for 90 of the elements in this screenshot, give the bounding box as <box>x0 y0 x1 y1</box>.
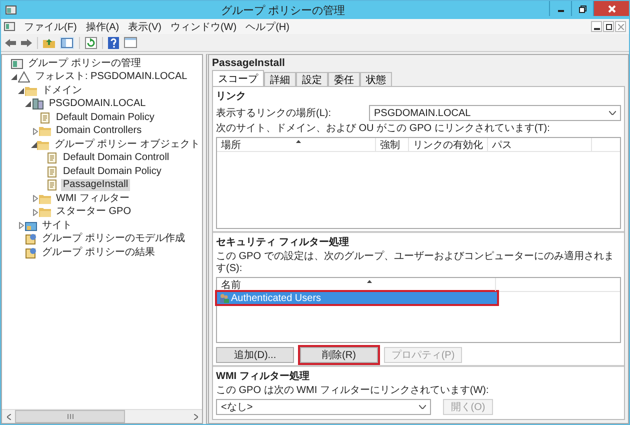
forward-icon[interactable] <box>21 38 32 48</box>
tab[interactable]: 状態 <box>360 72 392 86</box>
document-icon <box>46 166 58 178</box>
document-icon <box>39 112 51 124</box>
users-icon <box>219 293 229 304</box>
menu-item[interactable]: 表示(V) <box>128 20 162 34</box>
tree-item[interactable]: WMI フィルター <box>54 192 132 205</box>
folder-icon <box>39 206 51 218</box>
panel-title: PassageInstall <box>212 57 286 69</box>
restore-icon <box>578 4 586 12</box>
list-label: 次のサイト、ドメイン、および OU がこの GPO にリンクされています(T): <box>216 123 551 135</box>
menu-item[interactable]: ファイル(F) <box>24 20 77 34</box>
back-icon[interactable] <box>5 38 16 48</box>
menu-item[interactable]: ヘルプ(H) <box>246 20 290 34</box>
field-label: 表示するリンクの場所(L): <box>216 106 331 120</box>
restore-icon <box>606 24 612 30</box>
folder-icon <box>25 84 37 97</box>
help-icon[interactable] <box>108 36 119 48</box>
column-header[interactable]: リンクの有効化 <box>409 138 488 151</box>
tree-item[interactable]: サイト <box>40 220 74 232</box>
sort-arrow-icon <box>367 280 372 284</box>
document-icon <box>46 152 58 164</box>
section-description: この GPO は次の WMI フィルターにリンクされています(W): <box>216 385 490 397</box>
chevron-right-icon <box>194 414 198 420</box>
folder-up-icon[interactable] <box>43 37 55 48</box>
tree-item[interactable]: スターター GPO <box>54 206 134 218</box>
tree-toggle-icon[interactable] <box>60 36 74 48</box>
tab[interactable]: 委任 <box>328 72 360 86</box>
expand-arrow-icon[interactable] <box>32 208 38 216</box>
section-heading: セキュリティ フィルター処理 <box>216 236 350 250</box>
menu-item[interactable]: 操作(A) <box>86 20 120 34</box>
expand-arrow-icon[interactable] <box>32 128 38 135</box>
tab[interactable]: スコープ <box>212 70 264 86</box>
tree-item[interactable]: グループ ポリシーのモデル作成 <box>40 233 187 246</box>
expand-arrow-icon[interactable] <box>32 195 38 202</box>
tree-item[interactable]: グループ ポリシーの結果 <box>40 246 157 259</box>
column-header[interactable]: パス <box>488 138 592 151</box>
expand-arrow-icon[interactable] <box>18 222 24 230</box>
sort-arrow-icon <box>296 140 301 143</box>
minimize-button[interactable] <box>591 21 602 32</box>
document-icon <box>46 179 58 192</box>
folder-icon <box>37 138 50 151</box>
restore-button[interactable] <box>603 21 614 32</box>
folder-icon <box>39 192 51 205</box>
tree-item[interactable]: グループ ポリシーの管理 <box>26 58 143 70</box>
scrollbar-thumb[interactable] <box>15 410 125 423</box>
report-icon <box>25 233 37 246</box>
section-heading: リンク <box>216 90 247 103</box>
tree-item[interactable]: Default Domain Policy <box>54 112 156 124</box>
section-description: この GPO での設定は、次のグループ、ユーザーおよびコンピューターにのみ適用されます(S): <box>216 251 615 276</box>
menu-item[interactable]: ウィンドウ(W) <box>170 20 237 34</box>
column-header[interactable]: 強制 <box>376 138 409 151</box>
tree-item[interactable]: PassageInstall <box>61 179 130 192</box>
close-icon <box>608 4 616 12</box>
collapse-arrow-icon[interactable] <box>25 101 31 108</box>
security-list[interactable]: 名前 Authenticated Users <box>216 277 621 343</box>
console-icon <box>11 58 23 70</box>
links-list[interactable]: 場所 強制 リンクの有効化 パス <box>216 137 621 230</box>
location-dropdown[interactable]: PSGDOMAIN.LOCAL <box>369 105 621 121</box>
collapse-arrow-icon[interactable] <box>11 74 17 80</box>
report-icon <box>25 246 37 259</box>
server-icon <box>32 98 44 110</box>
panel-icon[interactable] <box>124 37 137 48</box>
tree-item[interactable]: Default Domain Policy <box>61 166 164 178</box>
refresh-icon[interactable] <box>85 36 97 48</box>
collapse-arrow-icon[interactable] <box>31 142 38 148</box>
tree-item[interactable]: ドメイン <box>40 84 84 97</box>
tree-item[interactable]: Domain Controllers <box>54 125 144 138</box>
tree-item[interactable]: グループ ポリシー オブジェクト <box>52 138 202 151</box>
action-button[interactable]: 追加(D)... <box>216 347 294 363</box>
column-header[interactable]: 場所 <box>217 138 376 151</box>
folder-icon <box>39 125 51 138</box>
tab[interactable]: 詳細 <box>264 72 296 86</box>
close-icon <box>618 24 624 30</box>
tree-item[interactable]: フォレスト: PSGDOMAIN.LOCAL <box>33 71 190 84</box>
section-heading: WMI フィルター処理 <box>216 370 310 383</box>
wmi-filter-dropdown[interactable]: <なし> <box>216 399 431 415</box>
tree-item[interactable]: Default Domain Controll <box>61 152 172 164</box>
tree-item[interactable]: PSGDOMAIN.LOCAL <box>47 98 148 110</box>
tab[interactable]: 設定 <box>296 72 328 86</box>
close-button[interactable] <box>593 1 629 16</box>
window-title: グループ ポリシーの管理 <box>220 4 346 18</box>
chevron-down-icon <box>419 405 426 409</box>
triangle-icon <box>18 71 30 84</box>
app-icon <box>5 4 17 16</box>
chevron-down-icon <box>609 111 616 115</box>
chevron-left-icon <box>6 414 10 420</box>
sites-icon <box>25 220 37 232</box>
action-button[interactable]: 削除(R) <box>300 347 378 363</box>
collapse-arrow-icon[interactable] <box>18 88 24 94</box>
